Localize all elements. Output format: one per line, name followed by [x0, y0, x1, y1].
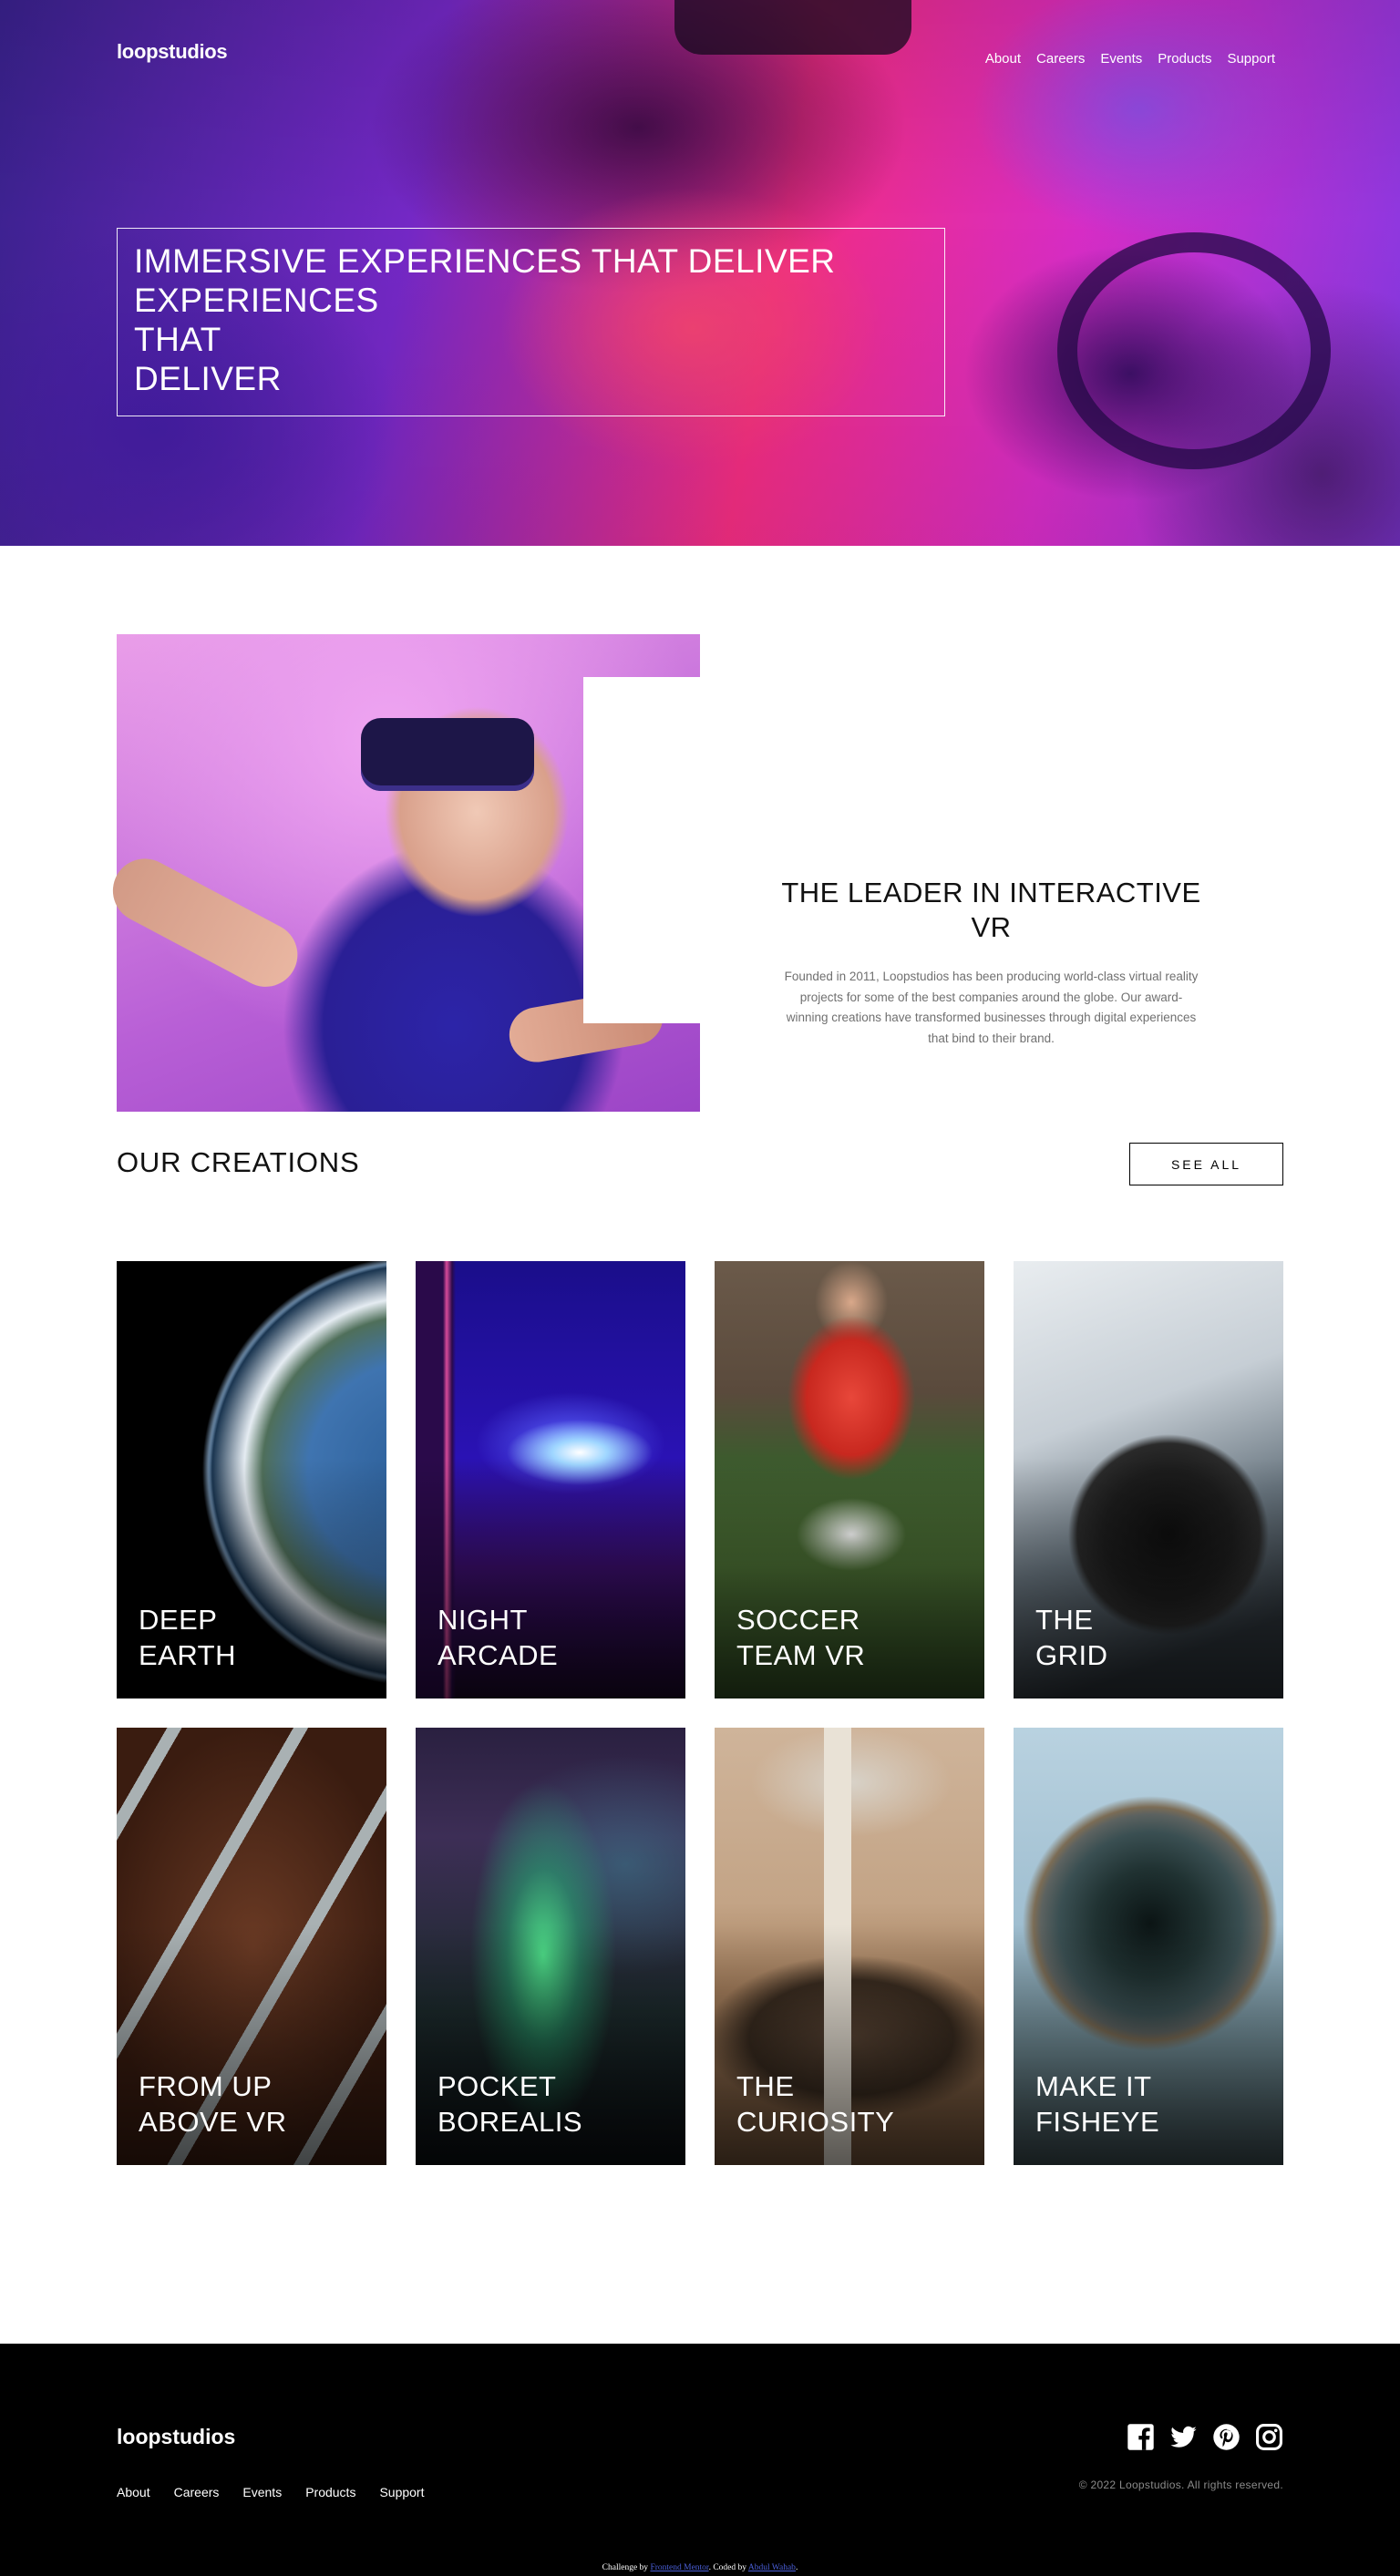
creation-card-title: POCKET BOREALIS: [438, 2070, 583, 2138]
footer-nav: About Careers Events Products Support: [117, 2485, 425, 2499]
creation-card-title: THE GRID: [1035, 1604, 1108, 1671]
creations-section: OUR CREATIONS SEE ALL DEEP EARTH NIGHT A…: [0, 1143, 1400, 2344]
creation-card-the-curiosity[interactable]: THE CURIOSITY: [715, 1728, 984, 2165]
attribution-middle: . Coded by: [708, 2563, 748, 2572]
hero-section: loopstudios About Careers Events Product…: [0, 0, 1400, 546]
hero-title-line: EXPERIENCES: [134, 282, 379, 319]
creation-card-title: SOCCER TEAM VR: [736, 1604, 866, 1671]
creation-card-the-grid[interactable]: THE GRID: [1014, 1261, 1283, 1699]
twitter-icon[interactable]: [1169, 2423, 1198, 2451]
attribution-suffix: .: [795, 2563, 798, 2572]
hero-title-line: DELIVER: [134, 360, 282, 397]
footer-link-careers[interactable]: Careers: [174, 2485, 220, 2499]
creation-card-make-it-fisheye[interactable]: MAKE IT FISHEYE: [1014, 1728, 1283, 2165]
attribution-prefix: Challenge by: [602, 2563, 651, 2572]
creation-card-title: NIGHT ARCADE: [438, 1604, 559, 1671]
creations-title: OUR CREATIONS: [117, 1146, 360, 1178]
see-all-button[interactable]: SEE ALL: [1129, 1143, 1283, 1185]
pinterest-icon[interactable]: [1212, 2423, 1240, 2451]
creations-grid: DEEP EARTH NIGHT ARCADE SOCCER TEAM VR T…: [117, 1261, 1283, 2165]
footer-link-products[interactable]: Products: [305, 2485, 355, 2499]
intro-section: THE LEADER IN INTERACTIVE VR Founded in …: [0, 546, 1400, 1143]
header-nav: About Careers Events Products Support: [985, 51, 1275, 67]
intro-image-headset-shape: [361, 718, 534, 791]
social-links: [1127, 2423, 1283, 2451]
intro-image-cutout: [583, 677, 702, 1023]
footer-link-events[interactable]: Events: [242, 2485, 282, 2499]
hero-title-line: IMMERSIVE EXPERIENCES THAT DELIVER: [134, 242, 836, 280]
intro-body: Founded in 2011, Loopstudios has been pr…: [784, 970, 1199, 1045]
attribution-link-frontend-mentor[interactable]: Frontend Mentor: [650, 2563, 708, 2572]
creation-card-pocket-borealis[interactable]: POCKET BOREALIS: [416, 1728, 685, 2165]
facebook-icon[interactable]: [1127, 2423, 1155, 2451]
hero-headset-shape: [674, 0, 911, 55]
nav-link-about[interactable]: About: [985, 51, 1021, 67]
footer-link-support[interactable]: Support: [379, 2485, 424, 2499]
creation-card-night-arcade[interactable]: NIGHT ARCADE: [416, 1261, 685, 1699]
header-logo[interactable]: loopstudios: [117, 40, 228, 64]
creation-card-title: DEEP EARTH: [139, 1604, 237, 1671]
hero-steering-wheel-shape: [1057, 232, 1331, 469]
creation-card-from-up-above-vr[interactable]: FROM UP ABOVE VR: [117, 1728, 386, 2165]
creation-card-title: MAKE IT FISHEYE: [1035, 2070, 1160, 2138]
intro-title: THE LEADER IN INTERACTIVE VR: [781, 877, 1201, 943]
instagram-icon[interactable]: [1255, 2423, 1283, 2451]
creation-card-soccer-team-vr[interactable]: SOCCER TEAM VR: [715, 1261, 984, 1699]
nav-link-events[interactable]: Events: [1100, 51, 1142, 67]
creation-card-title: THE CURIOSITY: [736, 2070, 895, 2138]
creation-card-deep-earth[interactable]: DEEP EARTH: [117, 1261, 386, 1699]
footer: loopstudios About Careers Events Product…: [0, 2344, 1400, 2576]
hero-title-line: THAT: [134, 321, 221, 358]
hero-title-box: IMMERSIVE EXPERIENCES THAT DELIVER EXPER…: [117, 228, 945, 416]
intro-text-block: THE LEADER IN INTERACTIVE VR Founded in …: [775, 876, 1208, 1049]
attribution-link-author[interactable]: Abdul Wahab: [748, 2563, 796, 2572]
attribution-text: Challenge by Frontend Mentor. Coded by A…: [0, 2563, 1400, 2572]
creation-card-title: FROM UP ABOVE VR: [139, 2070, 287, 2138]
intro-image-arm-shape: [101, 847, 309, 999]
footer-logo[interactable]: loopstudios: [117, 2425, 235, 2449]
copyright-text: © 2022 Loopstudios. All rights reserved.: [1078, 2479, 1283, 2491]
nav-link-products[interactable]: Products: [1158, 51, 1211, 67]
footer-link-about[interactable]: About: [117, 2485, 150, 2499]
nav-link-support[interactable]: Support: [1227, 51, 1275, 67]
nav-link-careers[interactable]: Careers: [1036, 51, 1085, 67]
